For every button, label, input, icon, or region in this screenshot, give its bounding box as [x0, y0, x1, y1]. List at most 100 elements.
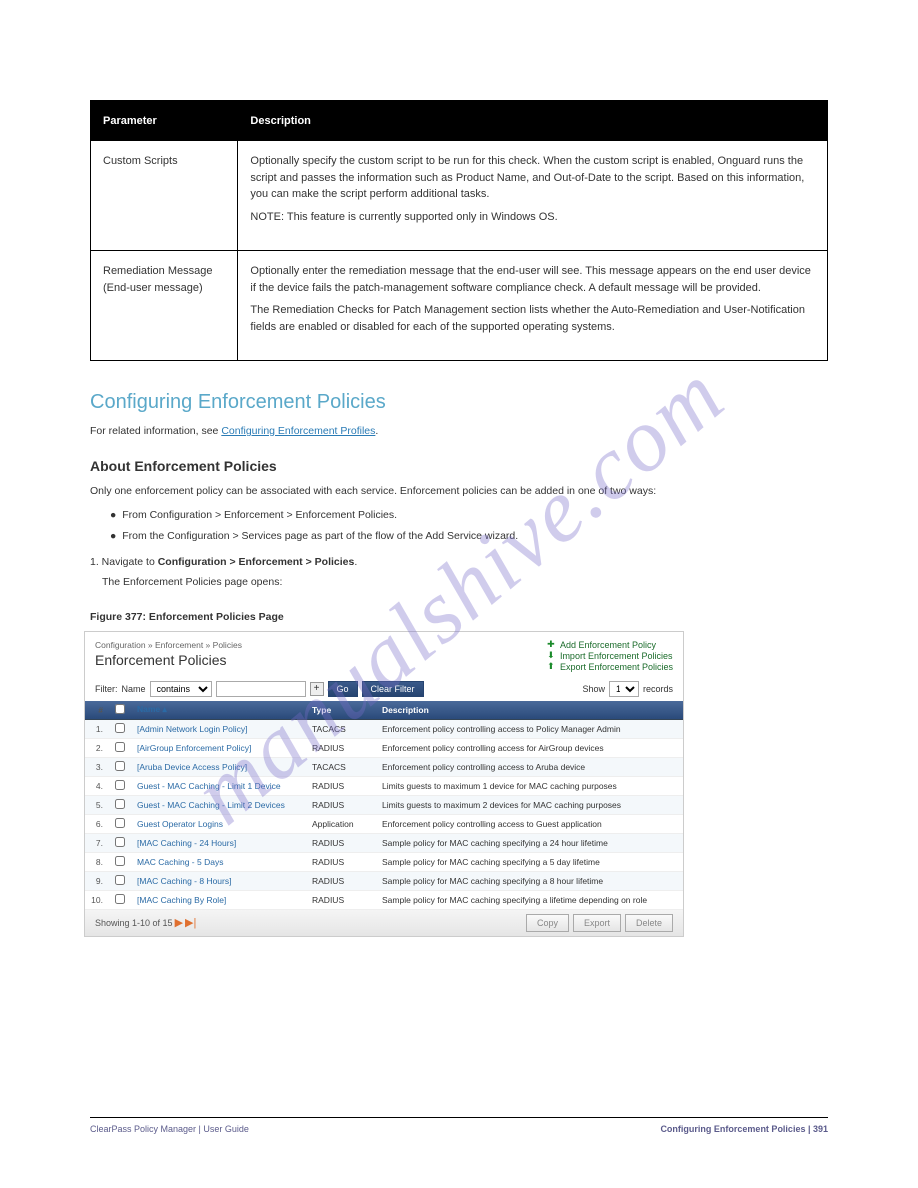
row-checkbox-cell [109, 814, 131, 833]
row-desc: Limits guests to maximum 1 device for MA… [376, 776, 683, 795]
row-num: 10. [85, 890, 109, 909]
row-checkbox[interactable] [115, 894, 125, 904]
footer-right: Configuring Enforcement Policies | 391 [660, 1124, 828, 1134]
copy-button[interactable]: Copy [526, 914, 569, 932]
row-type: RADIUS [306, 852, 376, 871]
row-name[interactable]: Guest Operator Logins [131, 814, 306, 833]
row-name[interactable]: [MAC Caching By Role] [131, 890, 306, 909]
desc-note: NOTE: This feature is currently supporte… [250, 209, 815, 226]
col-header-checkbox [109, 701, 131, 720]
row-desc: Enforcement policy controlling access to… [376, 719, 683, 738]
plus-icon: ✚ [546, 640, 556, 650]
clear-filter-button[interactable]: Clear Filter [362, 681, 424, 697]
row-checkbox[interactable] [115, 780, 125, 790]
text: For related information, see [90, 425, 221, 437]
enforcement-policies-screenshot: Configuration » Enforcement » Policies E… [84, 631, 684, 937]
row-num: 9. [85, 871, 109, 890]
row-checkbox-cell [109, 795, 131, 814]
row-name[interactable]: Guest - MAC Caching - Limit 1 Device [131, 776, 306, 795]
row-name[interactable]: MAC Caching - 5 Days [131, 852, 306, 871]
row-desc: Enforcement policy controlling access to… [376, 757, 683, 776]
row-desc: Sample policy for MAC caching specifying… [376, 852, 683, 871]
table-row[interactable]: 2. [AirGroup Enforcement Policy]RADIUSEnf… [85, 738, 683, 757]
import-icon: ⬇ [546, 651, 556, 661]
row-checkbox[interactable] [115, 761, 125, 771]
bullet-text: From the Configuration > Services page a… [122, 530, 518, 542]
row-type: TACACS [306, 719, 376, 738]
footer-left: ClearPass Policy Manager | User Guide [90, 1124, 249, 1134]
col-header-type[interactable]: Type [306, 701, 376, 720]
section-title: Configuring Enforcement Policies [90, 391, 828, 414]
row-checkbox[interactable] [115, 799, 125, 809]
row-checkbox[interactable] [115, 856, 125, 866]
row-checkbox-cell [109, 871, 131, 890]
records-label: records [643, 684, 673, 694]
row-desc: Limits guests to maximum 2 devices for M… [376, 795, 683, 814]
row-name[interactable]: Guest - MAC Caching - Limit 2 Devices [131, 795, 306, 814]
row-num: 5. [85, 795, 109, 814]
col-header-name[interactable]: Name ▴ [131, 701, 306, 720]
table-row[interactable]: 7.[MAC Caching - 24 Hours]RADIUSSample p… [85, 833, 683, 852]
policies-table: # Name ▴ Type Description 1.[Admin Netwo… [85, 701, 683, 910]
row-type: RADIUS [306, 833, 376, 852]
row-checkbox-cell [109, 890, 131, 909]
col-header-description[interactable]: Description [376, 701, 683, 720]
table-row[interactable]: 5.Guest - MAC Caching - Limit 2 DevicesR… [85, 795, 683, 814]
desc-cell: Optionally enter the remediation message… [238, 251, 828, 361]
row-name[interactable]: [Aruba Device Access Policy] [131, 757, 306, 776]
row-name[interactable]: [Admin Network Login Policy] [131, 719, 306, 738]
table-row[interactable]: 10.[MAC Caching By Role]RADIUSSample pol… [85, 890, 683, 909]
action-links: ✚ Add Enforcement Policy ⬇ Import Enforc… [546, 640, 673, 673]
table-row[interactable]: 8.MAC Caching - 5 DaysRADIUSSample polic… [85, 852, 683, 871]
row-checkbox[interactable] [115, 875, 125, 885]
export-enforcement-policies-link[interactable]: ⬆ Export Enforcement Policies [546, 662, 673, 672]
filter-operator-select[interactable]: contains [150, 681, 212, 697]
subsection-title: About Enforcement Policies [90, 458, 828, 474]
show-records-select[interactable]: 10 [609, 681, 639, 697]
table-header-parameter: Parameter [91, 101, 238, 141]
table-row: Remediation Message (End-user message) O… [91, 251, 828, 361]
action-label: Export Enforcement Policies [560, 662, 673, 672]
add-enforcement-policy-link[interactable]: ✚ Add Enforcement Policy [546, 640, 673, 650]
delete-button[interactable]: Delete [625, 914, 673, 932]
table-row[interactable]: 1.[Admin Network Login Policy]TACACSEnfo… [85, 719, 683, 738]
filter-value-input[interactable] [216, 681, 306, 697]
import-enforcement-policies-link[interactable]: ⬇ Import Enforcement Policies [546, 651, 673, 661]
row-num: 2. [85, 738, 109, 757]
showing-text: Showing 1-10 of 15 [95, 918, 173, 928]
row-name[interactable]: [MAC Caching - 24 Hours] [131, 833, 306, 852]
go-button[interactable]: Go [328, 681, 358, 697]
row-checkbox[interactable] [115, 723, 125, 733]
export-icon: ⬆ [546, 662, 556, 672]
bullet-text: From Configuration > Enforcement > Enfor… [122, 509, 397, 521]
row-checkbox[interactable] [115, 818, 125, 828]
row-desc: Enforcement policy controlling access fo… [376, 738, 683, 757]
last-page-icon[interactable]: ▶| [185, 916, 196, 929]
text: . [354, 556, 357, 568]
table-row[interactable]: 4.Guest - MAC Caching - Limit 1 DeviceRA… [85, 776, 683, 795]
table-row: Custom Scripts Optionally specify the cu… [91, 141, 828, 251]
row-type: RADIUS [306, 738, 376, 757]
next-page-icon[interactable]: ▶ [175, 916, 183, 929]
row-desc: Sample policy for MAC caching specifying… [376, 833, 683, 852]
row-checkbox-cell [109, 852, 131, 871]
table-row[interactable]: 3.[Aruba Device Access Policy]TACACSEnfo… [85, 757, 683, 776]
select-all-checkbox[interactable] [115, 704, 125, 714]
table-row[interactable]: 6.Guest Operator LoginsApplicationEnforc… [85, 814, 683, 833]
export-button[interactable]: Export [573, 914, 621, 932]
param-cell: Remediation Message (End-user message) [91, 251, 238, 361]
desc-cell: Optionally specify the custom script to … [238, 141, 828, 251]
desc-text: Optionally specify the custom script to … [250, 153, 815, 203]
row-checkbox[interactable] [115, 837, 125, 847]
row-name[interactable]: [MAC Caching - 8 Hours] [131, 871, 306, 890]
filter-label: Filter: [95, 684, 118, 694]
row-num: 3. [85, 757, 109, 776]
row-type: RADIUS [306, 776, 376, 795]
table-row[interactable]: 9.[MAC Caching - 8 Hours]RADIUSSample po… [85, 871, 683, 890]
row-checkbox[interactable] [115, 742, 125, 752]
action-label: Add Enforcement Policy [560, 640, 656, 650]
add-filter-button[interactable]: + [310, 682, 324, 696]
row-name[interactable]: [AirGroup Enforcement Policy] [131, 738, 306, 757]
param-cell: Custom Scripts [91, 141, 238, 251]
link-enforcement-profiles[interactable]: Configuring Enforcement Profiles [221, 425, 375, 437]
